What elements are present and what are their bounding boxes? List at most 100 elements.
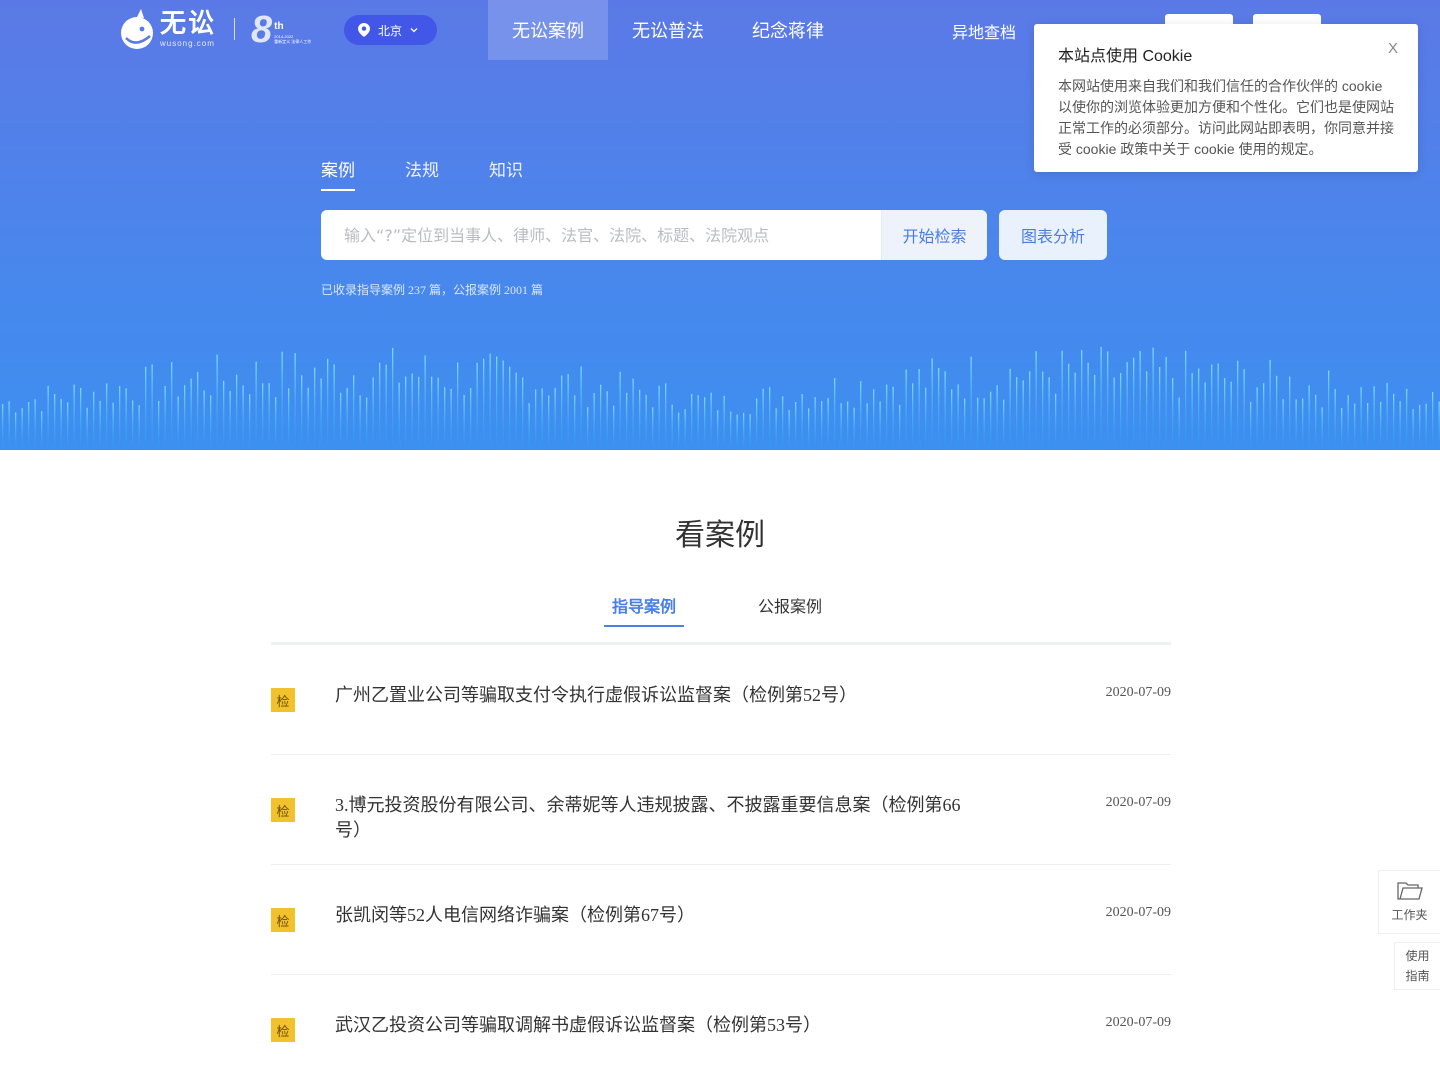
wave-line [587,407,589,450]
city-selector[interactable]: 北京 [344,15,437,45]
wave-line [931,358,933,450]
guide-label-line-1: 使用 [1405,949,1430,963]
wave-line [1276,375,1278,450]
wave-line [366,397,368,450]
wave-line [132,400,134,450]
wave-line [1016,377,1018,450]
list-item[interactable]: 检 张凯闵等52人电信网络诈骗案（检例第67号） 2020-07-09 [271,865,1171,975]
wave-line [951,389,953,450]
workspace-folder-button[interactable]: 工作夹 [1378,870,1440,934]
anniversary-badge: 8 th 2014-2022 重新定义 法律人工作 [251,9,311,49]
case-title[interactable]: 广州乙置业公司等骗取支付令执行虚假诉讼监督案（检例第52号） [335,683,975,708]
chart-analysis-button[interactable]: 图表分析 [999,210,1107,260]
wave-line [938,368,940,450]
wave-line [470,388,472,450]
wave-line [333,364,335,450]
folder-icon [1396,882,1423,900]
wave-line [73,384,75,450]
wave-line [775,408,777,450]
wave-line [1003,399,1005,450]
wave-line [1263,383,1265,450]
wave-line [561,375,563,450]
list-item[interactable]: 检 广州乙置业公司等骗取支付令执行虚假诉讼监督案（检例第52号） 2020-07… [271,645,1171,755]
wave-line [964,398,966,450]
search-box: 开始检索 [321,210,987,260]
wave-line [80,387,82,450]
wave-line [879,401,881,450]
wave-line [762,388,764,450]
anniversary-suffix: th [274,21,284,32]
tab-guiding-cases[interactable]: 指导案例 [604,593,685,627]
wave-line [795,402,797,450]
wave-line [853,407,855,450]
wave-line [281,351,283,450]
wave-line [619,371,621,450]
wave-line [223,380,225,450]
wave-line [593,393,595,450]
wave-line [151,364,153,450]
site-logo[interactable]: 无讼 wusong.com 8 th 2014-2022 重新定义 法律人工作 [120,8,311,50]
user-guide-button[interactable]: 使用 指南 [1394,942,1440,990]
wave-line [1087,362,1089,450]
procuratorate-badge: 检 [271,798,295,822]
wave-line [99,400,101,450]
wave-line [671,404,673,450]
wave-line [1029,371,1031,450]
wave-line [86,407,88,450]
wave-line [658,385,660,450]
search-input[interactable] [321,210,881,260]
wave-line [242,385,244,450]
nav-item-legal-education[interactable]: 无讼普法 [608,0,728,60]
wave-line [171,362,173,450]
wave-line [2,404,4,450]
wave-line [21,408,23,450]
wave-line [801,394,803,450]
wave-line [905,369,907,450]
wave-line [957,384,959,450]
wave-line [249,394,251,450]
anniversary-number: 8 [251,9,273,51]
anniversary-slogan: 重新定义 法律人工作 [274,39,312,44]
wave-line [190,378,192,450]
wave-line [1133,357,1135,450]
wave-line [1198,368,1200,450]
wave-line [990,391,992,450]
list-item[interactable]: 检 武汉乙投资公司等骗取调解书虚假诉讼监督案（检例第53号） 2020-07-0… [271,975,1171,1080]
wave-line [489,353,491,450]
wave-line [873,389,875,450]
case-title[interactable]: 武汉乙投资公司等骗取调解书虚假诉讼监督案（检例第53号） [335,1013,975,1038]
wave-line [1113,377,1115,450]
wave-line [1191,373,1193,450]
wave-line [320,378,322,450]
city-label: 北京 [378,23,403,38]
list-item[interactable]: 检 3.博元投资股份有限公司、余蒂妮等人违规披露、不披露重要信息案（检例第66号… [271,755,1171,865]
nav-item-memorial[interactable]: 纪念蒋律 [728,0,848,60]
wave-line [697,395,699,450]
remote-archive-link[interactable]: 异地查档 [952,19,1016,43]
case-list: 检 广州乙置业公司等骗取支付令执行虚假诉讼监督案（检例第52号） 2020-07… [271,645,1171,1080]
tab-gazette-cases[interactable]: 公报案例 [750,593,830,627]
wave-line [1289,376,1291,450]
section-title: 看案例 [675,518,765,553]
wave-line [28,402,30,450]
tab-knowledge[interactable]: 知识 [489,156,523,191]
wave-line [834,378,836,450]
case-title[interactable]: 3.博元投资股份有限公司、余蒂妮等人违规披露、不披露重要信息案（检例第66号） [335,793,975,843]
wave-line [1393,393,1395,450]
wave-line [1211,364,1213,450]
wave-line [1146,371,1148,450]
wave-line [860,381,862,450]
wave-line [1315,394,1317,450]
wave-line [444,387,446,450]
wave-line [1185,350,1187,450]
nav-item-cases[interactable]: 无讼案例 [488,0,608,60]
tab-regulations[interactable]: 法规 [405,156,439,191]
wave-line [327,358,329,450]
wave-line [216,354,218,450]
wave-line [912,383,914,450]
case-title[interactable]: 张凯闵等52人电信网络诈骗案（检例第67号） [335,903,975,928]
wave-line [814,397,816,450]
close-icon[interactable]: X [1388,40,1398,57]
search-button[interactable]: 开始检索 [881,210,987,260]
tab-cases[interactable]: 案例 [321,156,355,191]
